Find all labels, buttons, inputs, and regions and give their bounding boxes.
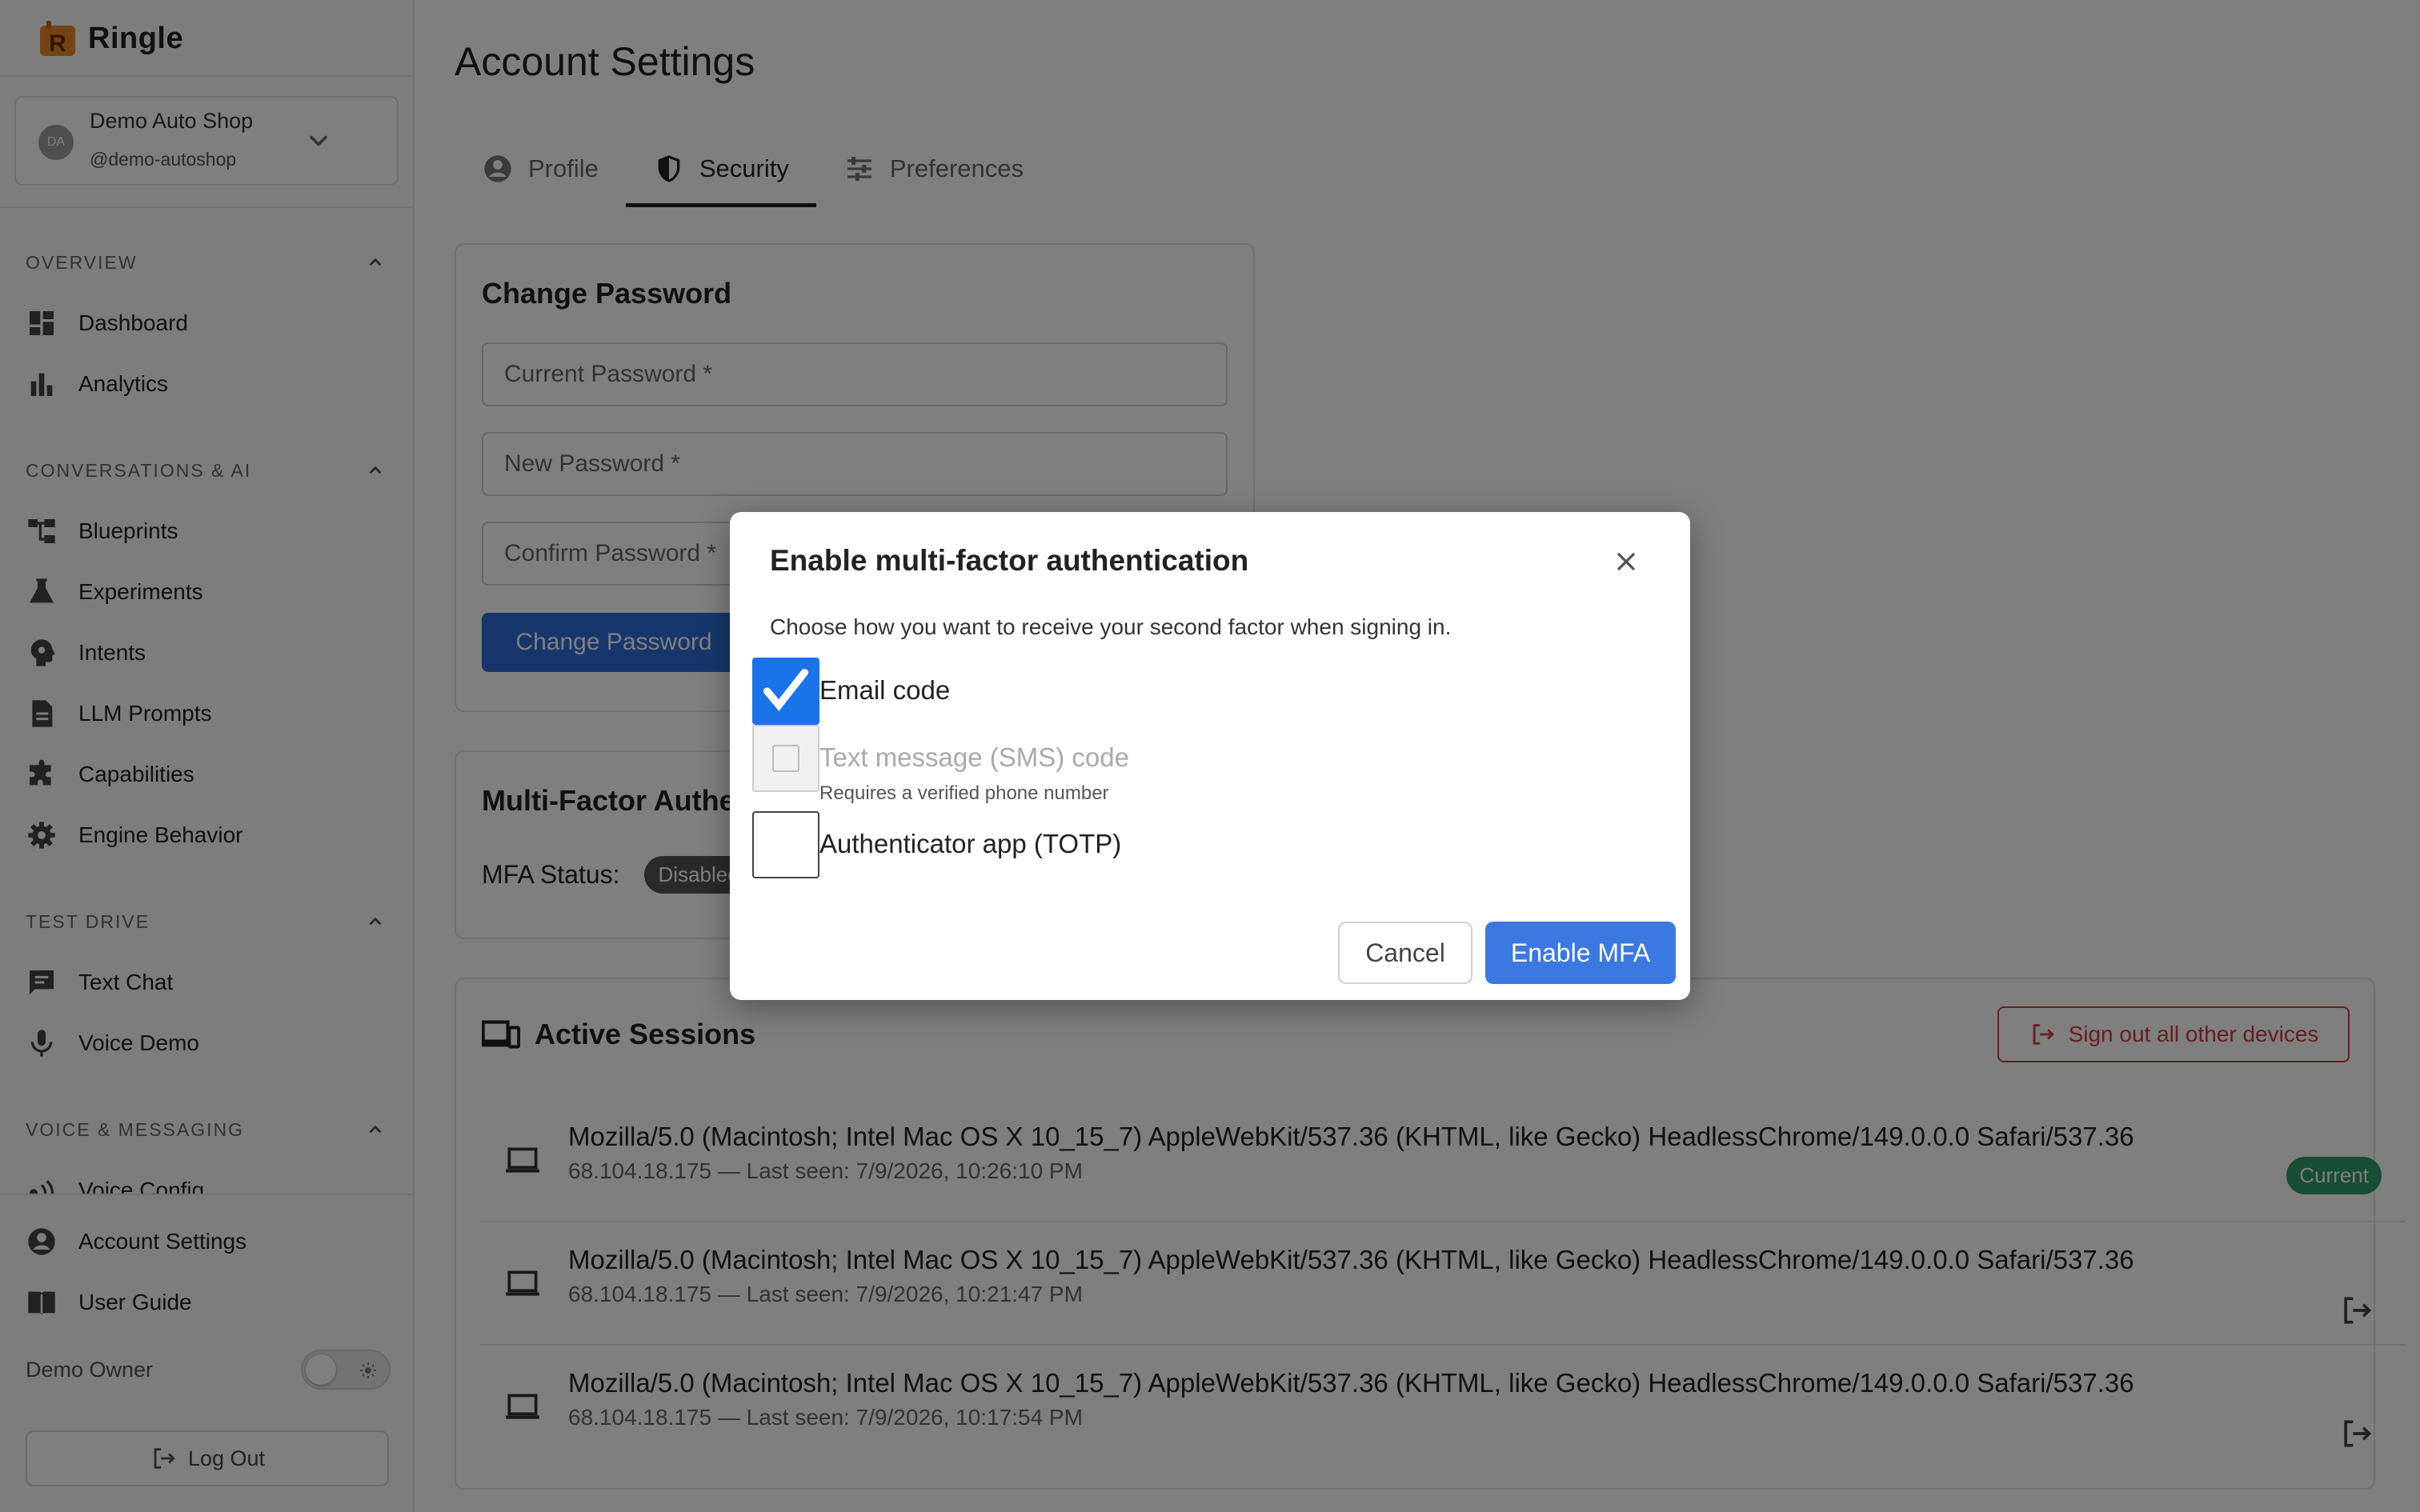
close-icon[interactable] [1610, 546, 1642, 578]
dialog-description: Choose how you want to receive your seco… [770, 614, 1452, 639]
enable-mfa-button[interactable]: Enable MFA [1485, 922, 1676, 984]
checkmark-icon [763, 669, 808, 711]
option-email[interactable]: Email code [752, 658, 950, 725]
email-checkbox[interactable] [752, 658, 819, 725]
cancel-button[interactable]: Cancel [1338, 922, 1472, 984]
option-totp[interactable]: Authenticator app (TOTP) [752, 811, 1121, 878]
option-hint: Requires a verified phone number [819, 782, 1109, 804]
dialog-title: Enable multi-factor authentication [770, 544, 1249, 577]
app-root: R Ringle DA Demo Auto Shop @demo-autosho… [0, 0, 2420, 1512]
option-label: Authenticator app (TOTP) [819, 829, 1122, 858]
option-label: Text message (SMS) code [819, 742, 1129, 772]
option-label: Email code [819, 675, 951, 705]
mfa-dialog: Enable multi-factor authentication Choos… [730, 512, 1690, 1000]
sms-checkbox [752, 725, 819, 792]
totp-checkbox[interactable] [752, 811, 819, 878]
